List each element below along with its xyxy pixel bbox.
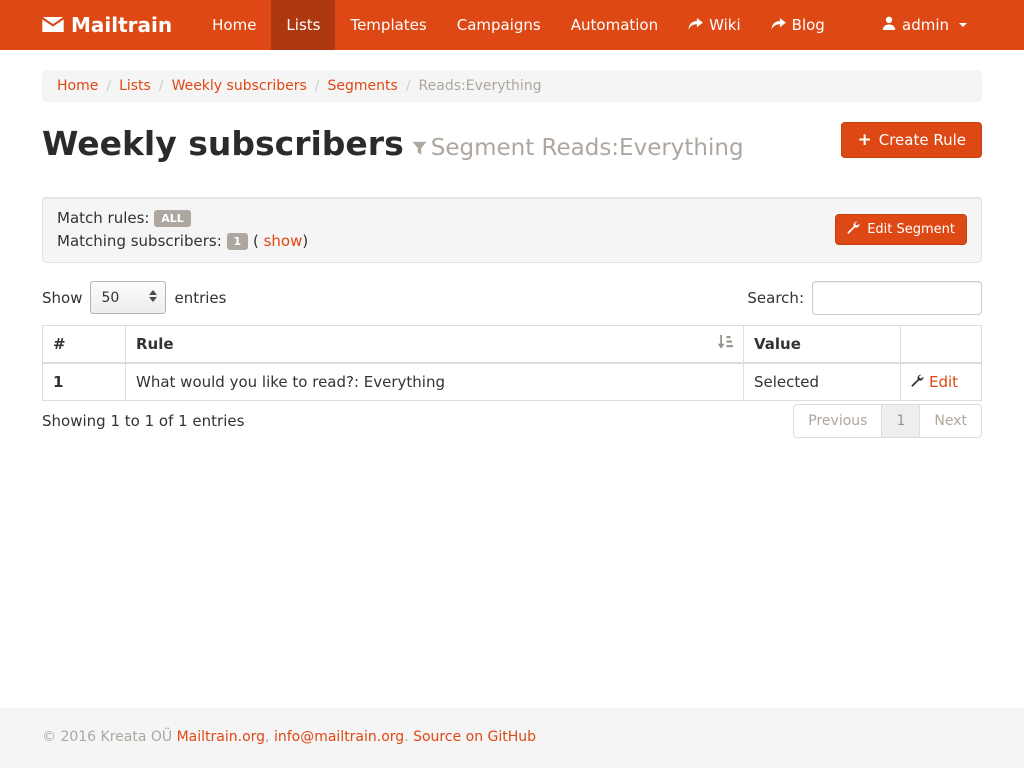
nav-label: Automation xyxy=(571,16,658,34)
nav-label: Home xyxy=(212,16,256,34)
page-title: Weekly subscribers Segment Reads:Everythi… xyxy=(42,124,744,169)
nav-item-lists[interactable]: Lists xyxy=(271,0,335,50)
search-label: Search: xyxy=(747,289,804,307)
page-title-text: Weekly subscribers xyxy=(42,124,404,163)
pagination-next[interactable]: Next xyxy=(919,404,982,438)
page-subtitle-text: Segment Reads:Everything xyxy=(431,135,744,161)
page-footer: © 2016 Kreata OÜ Mailtrain.org, info@mai… xyxy=(0,708,1024,768)
wrench-icon xyxy=(911,373,924,391)
rule-text-cell: What would you like to read?: Everything xyxy=(126,363,744,401)
table-row: 1 What would you like to read?: Everythi… xyxy=(43,363,982,401)
column-header-value[interactable]: Value xyxy=(744,325,901,363)
rule-value-cell: Selected xyxy=(744,363,901,401)
footer-sep2: . xyxy=(404,729,408,745)
user-menu[interactable]: admin xyxy=(867,0,982,50)
brand-logo[interactable]: Mailtrain xyxy=(42,0,187,50)
nav-label: Wiki xyxy=(709,16,741,34)
nav-item-campaigns[interactable]: Campaigns xyxy=(442,0,556,50)
github-source-link[interactable]: Source on GitHub xyxy=(413,729,536,745)
breadcrumb-weekly-subscribers[interactable]: Weekly subscribers xyxy=(172,78,307,94)
envelope-icon xyxy=(42,13,64,37)
mailtrain-org-link[interactable]: Mailtrain.org xyxy=(177,729,265,745)
nav-label: Campaigns xyxy=(457,16,541,34)
rule-action-cell: Edit xyxy=(901,363,982,401)
brand-label: Mailtrain xyxy=(71,13,172,37)
nav-label: Blog xyxy=(792,16,825,34)
nav-label: Templates xyxy=(350,16,426,34)
breadcrumb: Home Lists Weekly subscribers Segments R… xyxy=(42,70,982,102)
nav-item-blog[interactable]: Blog xyxy=(756,0,840,50)
breadcrumb-segments[interactable]: Segments xyxy=(328,78,398,94)
user-label: admin xyxy=(902,16,949,34)
chevron-down-icon xyxy=(959,23,967,27)
wrench-icon xyxy=(847,221,860,238)
email-link[interactable]: info@mailtrain.org xyxy=(274,729,404,745)
select-arrows-icon xyxy=(149,290,157,302)
pagination-previous[interactable]: Previous xyxy=(793,404,882,438)
segment-summary-panel: Match rules: ALL Matching subscribers: 1… xyxy=(42,197,982,263)
entries-summary: Showing 1 to 1 of 1 entries xyxy=(42,412,244,430)
column-header-num[interactable]: # xyxy=(43,325,126,363)
page-size-value: 50 xyxy=(101,290,119,306)
pagination-page-1[interactable]: 1 xyxy=(881,404,920,438)
top-navbar: Mailtrain Home Lists Templates Campaigns… xyxy=(0,0,1024,50)
column-header-rule[interactable]: Rule xyxy=(126,325,744,363)
nav-item-automation[interactable]: Automation xyxy=(556,0,673,50)
filter-funnel-icon xyxy=(412,129,427,169)
rule-number-cell: 1 xyxy=(43,363,126,401)
match-rules-label: Match rules: xyxy=(57,209,149,227)
nav-item-home[interactable]: Home xyxy=(197,0,271,50)
column-header-actions xyxy=(901,325,982,363)
matching-subscribers-label: Matching subscribers: xyxy=(57,232,222,250)
page-subtitle: Segment Reads:Everything xyxy=(412,135,744,161)
show-prefix: ( xyxy=(253,232,264,250)
show-suffix: ) xyxy=(302,232,308,250)
rules-table: # Rule xyxy=(42,325,982,401)
breadcrumb-lists[interactable]: Lists xyxy=(119,78,151,94)
share-arrow-icon xyxy=(688,16,703,34)
nav-item-templates[interactable]: Templates xyxy=(335,0,441,50)
plus-icon: + xyxy=(857,132,871,149)
edit-segment-label: Edit Segment xyxy=(867,222,955,237)
page-size-select[interactable]: 50 xyxy=(90,281,166,314)
search-input[interactable] xyxy=(812,281,982,315)
breadcrumb-current: Reads:Everything xyxy=(419,78,542,94)
copyright-text: © 2016 Kreata OÜ xyxy=(42,729,172,745)
entries-label: entries xyxy=(174,289,226,307)
rule-header-label: Rule xyxy=(136,335,174,353)
footer-sep1: , xyxy=(265,729,269,745)
user-icon xyxy=(882,16,896,34)
sort-icon[interactable] xyxy=(717,335,733,353)
nav-item-wiki[interactable]: Wiki xyxy=(673,0,756,50)
show-subscribers-link[interactable]: show xyxy=(264,232,303,250)
share-arrow-icon xyxy=(771,16,786,34)
main-nav: Home Lists Templates Campaigns Automatio… xyxy=(197,0,840,50)
create-rule-label: Create Rule xyxy=(879,131,966,149)
nav-label: Lists xyxy=(286,16,320,34)
pagination: Previous 1 Next xyxy=(793,404,982,438)
match-mode-badge: ALL xyxy=(154,210,191,227)
breadcrumb-home[interactable]: Home xyxy=(57,78,98,94)
edit-rule-link[interactable]: Edit xyxy=(929,373,958,391)
edit-segment-button[interactable]: Edit Segment xyxy=(835,214,967,245)
matching-count-badge: 1 xyxy=(227,233,249,250)
show-entries-label: Show xyxy=(42,289,82,307)
create-rule-button[interactable]: + Create Rule xyxy=(841,122,982,158)
